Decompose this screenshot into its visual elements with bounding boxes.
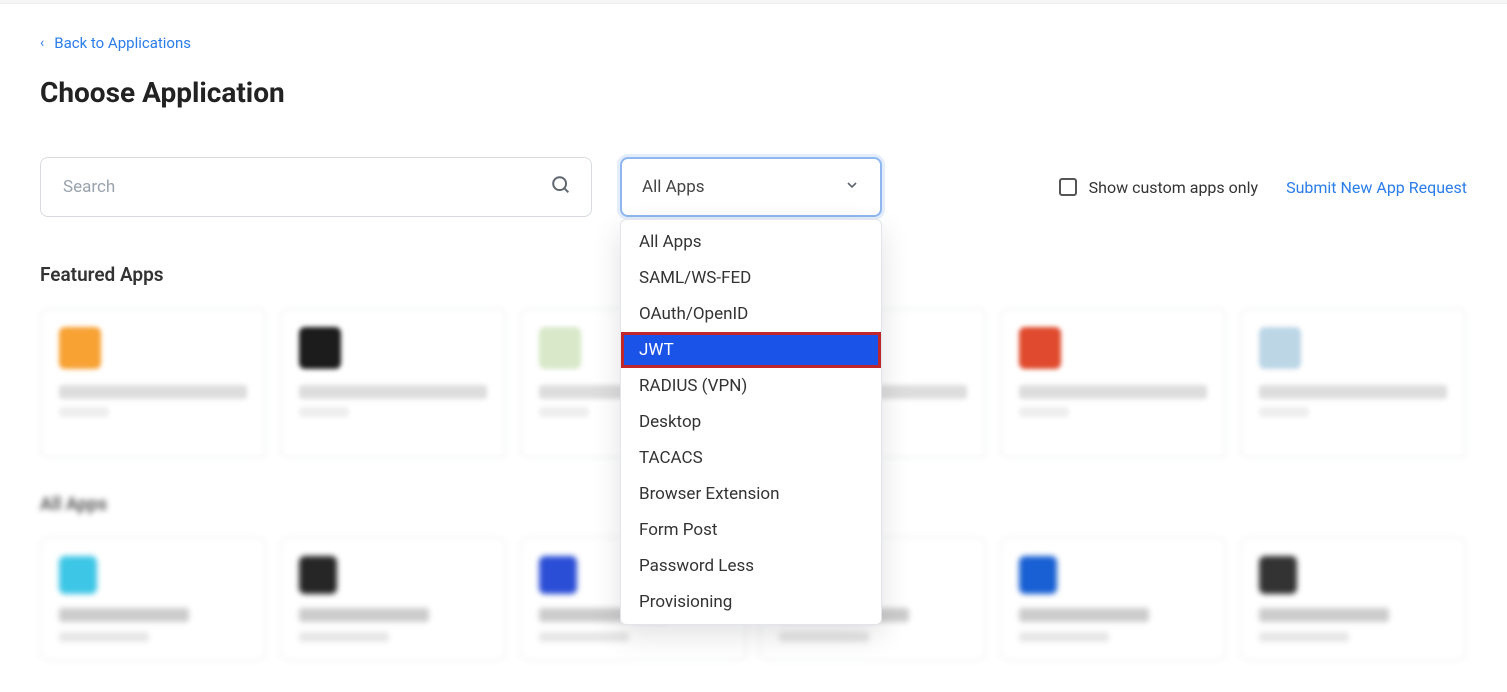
dropdown-option-oauth[interactable]: OAuth/OpenID: [621, 296, 881, 332]
dropdown-option-browser-ext[interactable]: Browser Extension: [621, 476, 881, 512]
app-icon: [539, 556, 577, 594]
app-icon: [1259, 327, 1301, 369]
dropdown-option-radius[interactable]: RADIUS (VPN): [621, 368, 881, 404]
controls-row: All Apps All Apps SAML/WS-FED OAuth/Open…: [40, 157, 1467, 217]
search-input[interactable]: [40, 157, 592, 217]
app-card[interactable]: [40, 537, 266, 661]
app-icon: [59, 327, 101, 369]
app-icon: [1019, 327, 1061, 369]
filter-dropdown: All Apps All Apps SAML/WS-FED OAuth/Open…: [620, 157, 882, 217]
chevron-left-icon: ‹: [40, 35, 44, 51]
dropdown-option-all-apps[interactable]: All Apps: [621, 224, 881, 260]
app-card[interactable]: [1000, 308, 1226, 458]
app-card[interactable]: [280, 308, 506, 458]
dropdown-option-tacacs[interactable]: TACACS: [621, 440, 881, 476]
back-to-applications-link[interactable]: ‹ Back to Applications: [40, 34, 191, 52]
app-card[interactable]: [1000, 537, 1226, 661]
back-link-text: Back to Applications: [54, 34, 191, 52]
app-icon: [1019, 556, 1057, 594]
app-icon: [299, 556, 337, 594]
dropdown-option-desktop[interactable]: Desktop: [621, 404, 881, 440]
page-title: Choose Application: [40, 76, 1467, 109]
app-icon: [1259, 556, 1297, 594]
checkbox-label: Show custom apps only: [1089, 178, 1258, 197]
app-icon: [59, 556, 97, 594]
app-card[interactable]: [1240, 537, 1466, 661]
filter-dropdown-button[interactable]: All Apps: [620, 157, 882, 217]
app-icon: [299, 327, 341, 369]
filter-dropdown-value: All Apps: [642, 177, 705, 197]
filter-dropdown-menu: All Apps SAML/WS-FED OAuth/OpenID JWT RA…: [620, 219, 882, 625]
app-card[interactable]: [1240, 308, 1466, 458]
app-card[interactable]: [280, 537, 506, 661]
search-icon: [550, 174, 572, 200]
search-box: [40, 157, 592, 217]
dropdown-option-password-less[interactable]: Password Less: [621, 548, 881, 584]
dropdown-option-form-post[interactable]: Form Post: [621, 512, 881, 548]
dropdown-option-jwt[interactable]: JWT: [621, 332, 881, 368]
app-icon: [539, 327, 581, 369]
app-card[interactable]: [40, 308, 266, 458]
dropdown-option-saml[interactable]: SAML/WS-FED: [621, 260, 881, 296]
chevron-down-icon: [844, 177, 860, 198]
checkbox-icon: [1059, 178, 1077, 196]
dropdown-option-provisioning[interactable]: Provisioning: [621, 584, 881, 620]
show-custom-apps-checkbox[interactable]: Show custom apps only: [1059, 178, 1258, 197]
submit-new-app-request-link[interactable]: Submit New App Request: [1286, 178, 1467, 197]
